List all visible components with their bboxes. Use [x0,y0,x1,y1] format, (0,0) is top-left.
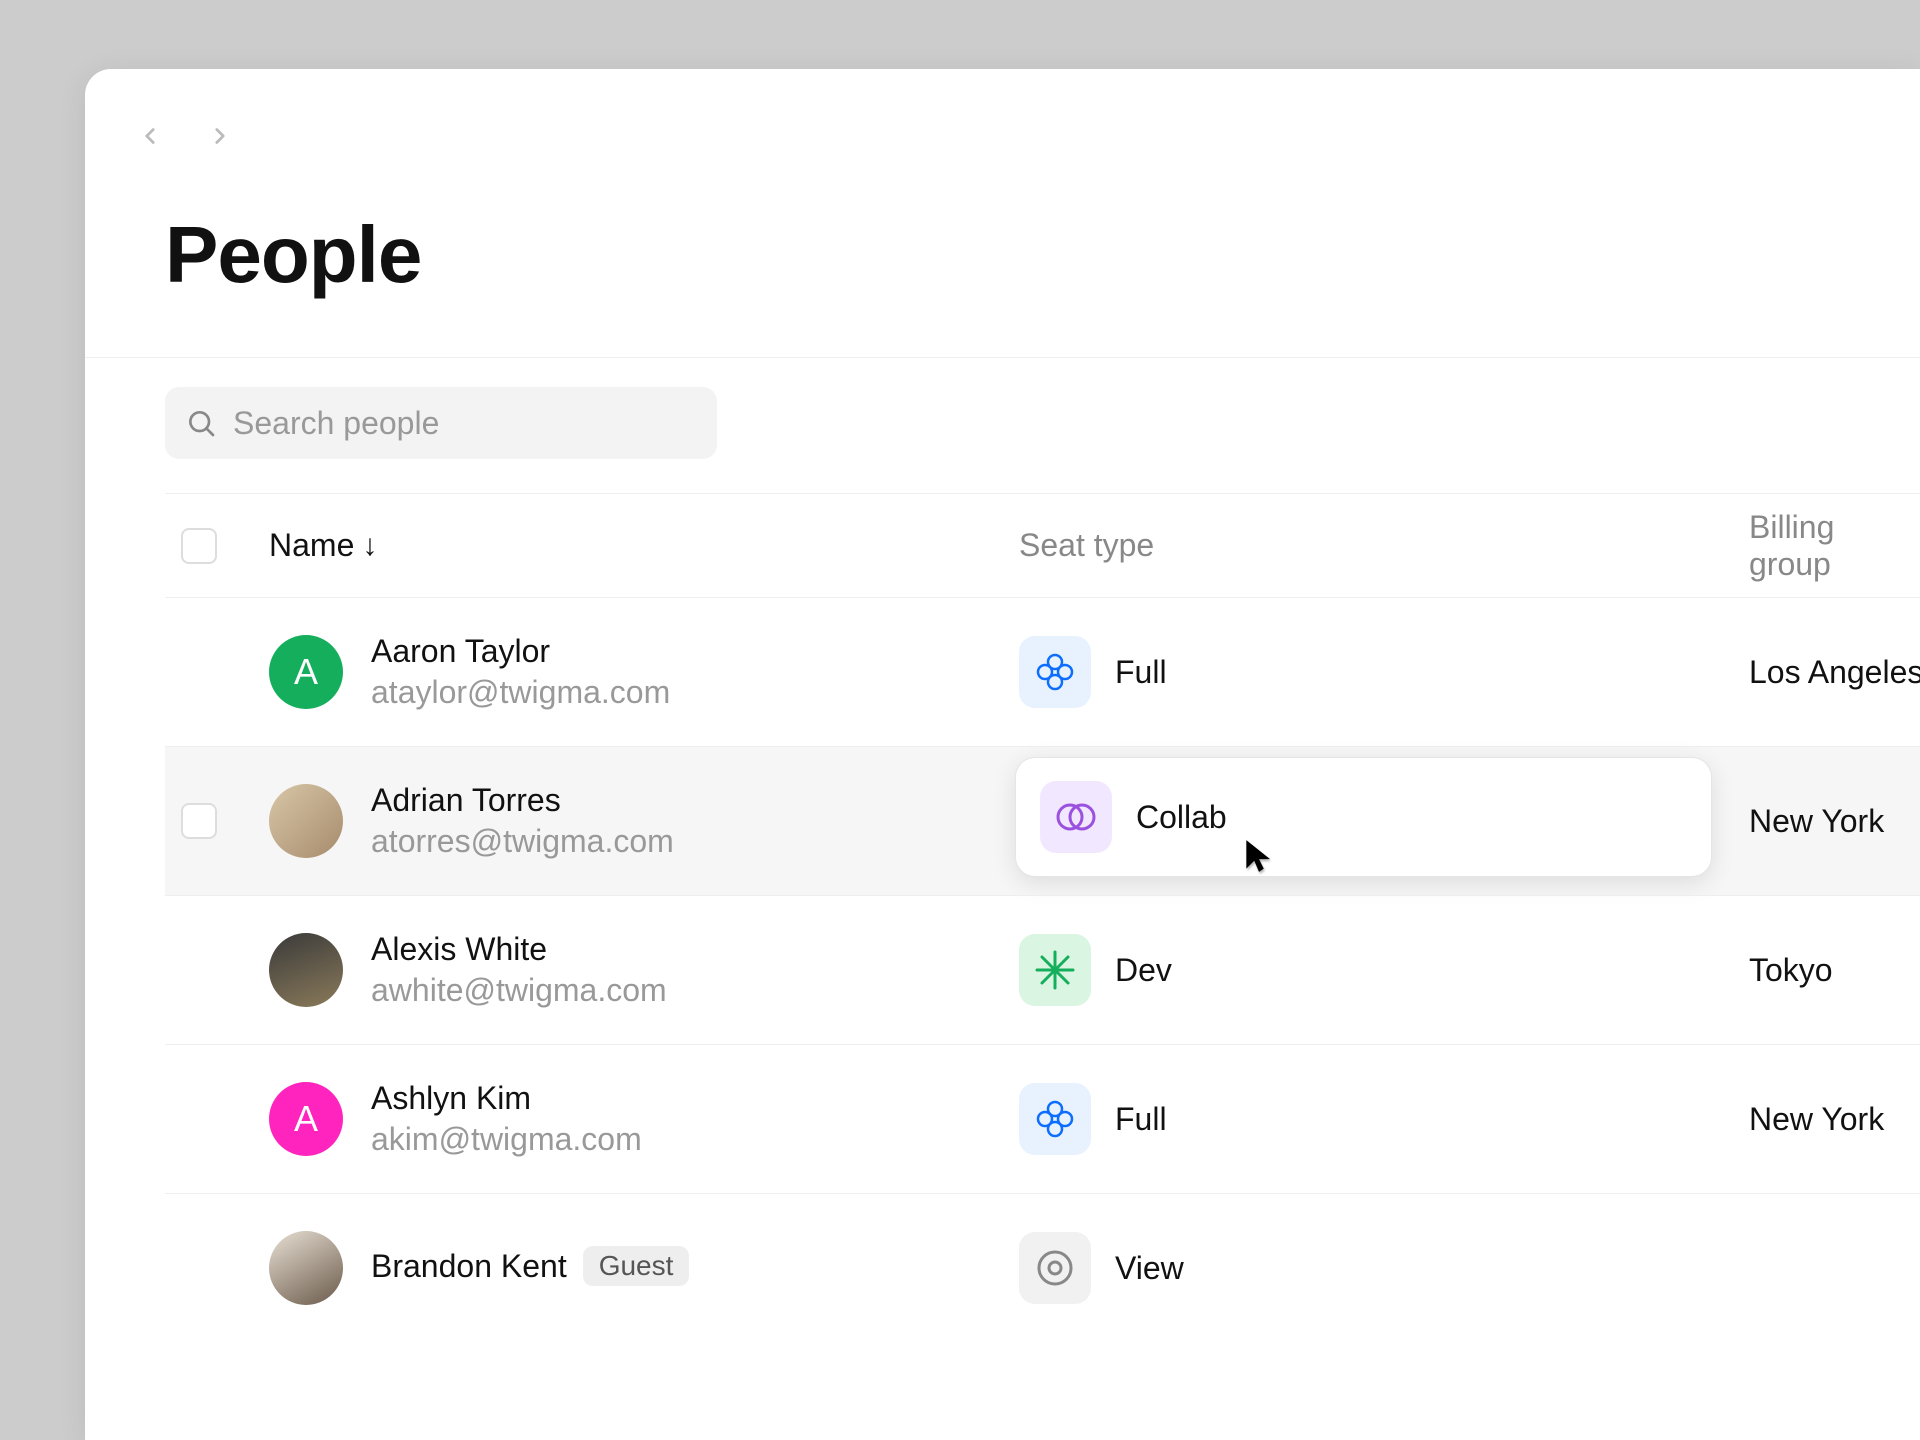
seat-cell[interactable]: Full [1019,1083,1749,1155]
billing-group: New York [1749,1101,1920,1138]
people-table: Name ↓ Seat type Billing group A Aaron T… [165,493,1920,1342]
column-header-seat-type[interactable]: Seat type [1019,527,1749,564]
search-icon [185,407,217,439]
seat-full-icon [1019,636,1091,708]
column-header-billing-group[interactable]: Billing group [1749,509,1920,583]
avatar: A [269,635,343,709]
seat-label: Full [1115,654,1167,691]
billing-group: New York [1749,803,1920,840]
seat-label: Full [1115,1101,1167,1138]
person-email: atorres@twigma.com [371,823,674,860]
search-input[interactable] [233,405,697,442]
table-row[interactable]: Brandon Kent Guest View [165,1193,1920,1342]
billing-group: Tokyo [1749,952,1920,989]
header-divider [85,357,1920,358]
person-cell: A Ashlyn Kim akim@twigma.com [269,1080,1019,1158]
seat-dev-icon [1019,934,1091,1006]
person-name: Brandon Kent [371,1248,567,1285]
person-cell: Brandon Kent Guest [269,1231,1019,1305]
avatar-initial: A [294,651,318,693]
row-checkbox[interactable] [181,803,217,839]
person-email: akim@twigma.com [371,1121,642,1158]
seat-collab-icon [1040,781,1112,853]
seat-cell[interactable]: View [1019,1232,1749,1304]
guest-badge: Guest [583,1246,690,1286]
column-header-name[interactable]: Name ↓ [269,527,1019,564]
column-header-name-label: Name [269,527,354,564]
person-email: ataylor@twigma.com [371,674,670,711]
nav-arrows [137,123,233,149]
table-row[interactable]: Alexis White awhite@twigma.com Dev Tokyo [165,895,1920,1044]
table-row[interactable]: Adrian Torres atorres@twigma.com New Yor… [165,746,1920,895]
seat-label: Dev [1115,952,1172,989]
nav-forward-button[interactable] [207,123,233,149]
sort-descending-icon: ↓ [362,529,377,563]
seat-cell[interactable]: Full [1019,636,1749,708]
person-cell: Adrian Torres atorres@twigma.com [269,782,1019,860]
person-email: awhite@twigma.com [371,972,667,1009]
avatar [269,933,343,1007]
seat-cell[interactable]: Dev [1019,934,1749,1006]
table-row[interactable]: A Aaron Taylor ataylor@twigma.com Full L… [165,597,1920,746]
person-name: Ashlyn Kim [371,1080,531,1117]
seat-view-icon [1019,1232,1091,1304]
avatar-initial: A [294,1098,318,1140]
app-window: People Name ↓ Seat type Billing group [85,69,1920,1440]
search-field[interactable] [165,387,717,459]
person-name: Alexis White [371,931,547,968]
page-title: People [165,209,421,301]
avatar [269,1231,343,1305]
table-row[interactable]: A Ashlyn Kim akim@twigma.com Full New Yo… [165,1044,1920,1193]
avatar: A [269,1082,343,1156]
seat-label: View [1115,1250,1184,1287]
avatar [269,784,343,858]
person-cell: Alexis White awhite@twigma.com [269,931,1019,1009]
table-header-row: Name ↓ Seat type Billing group [165,493,1920,597]
select-all-cell [165,528,269,564]
seat-type-dropdown[interactable]: Collab [1015,757,1712,877]
nav-back-button[interactable] [137,123,163,149]
seat-full-icon [1019,1083,1091,1155]
person-cell: A Aaron Taylor ataylor@twigma.com [269,633,1019,711]
seat-label: Collab [1136,799,1227,836]
person-name: Aaron Taylor [371,633,550,670]
person-name: Adrian Torres [371,782,561,819]
billing-group: Los Angeles [1749,654,1920,691]
select-all-checkbox[interactable] [181,528,217,564]
